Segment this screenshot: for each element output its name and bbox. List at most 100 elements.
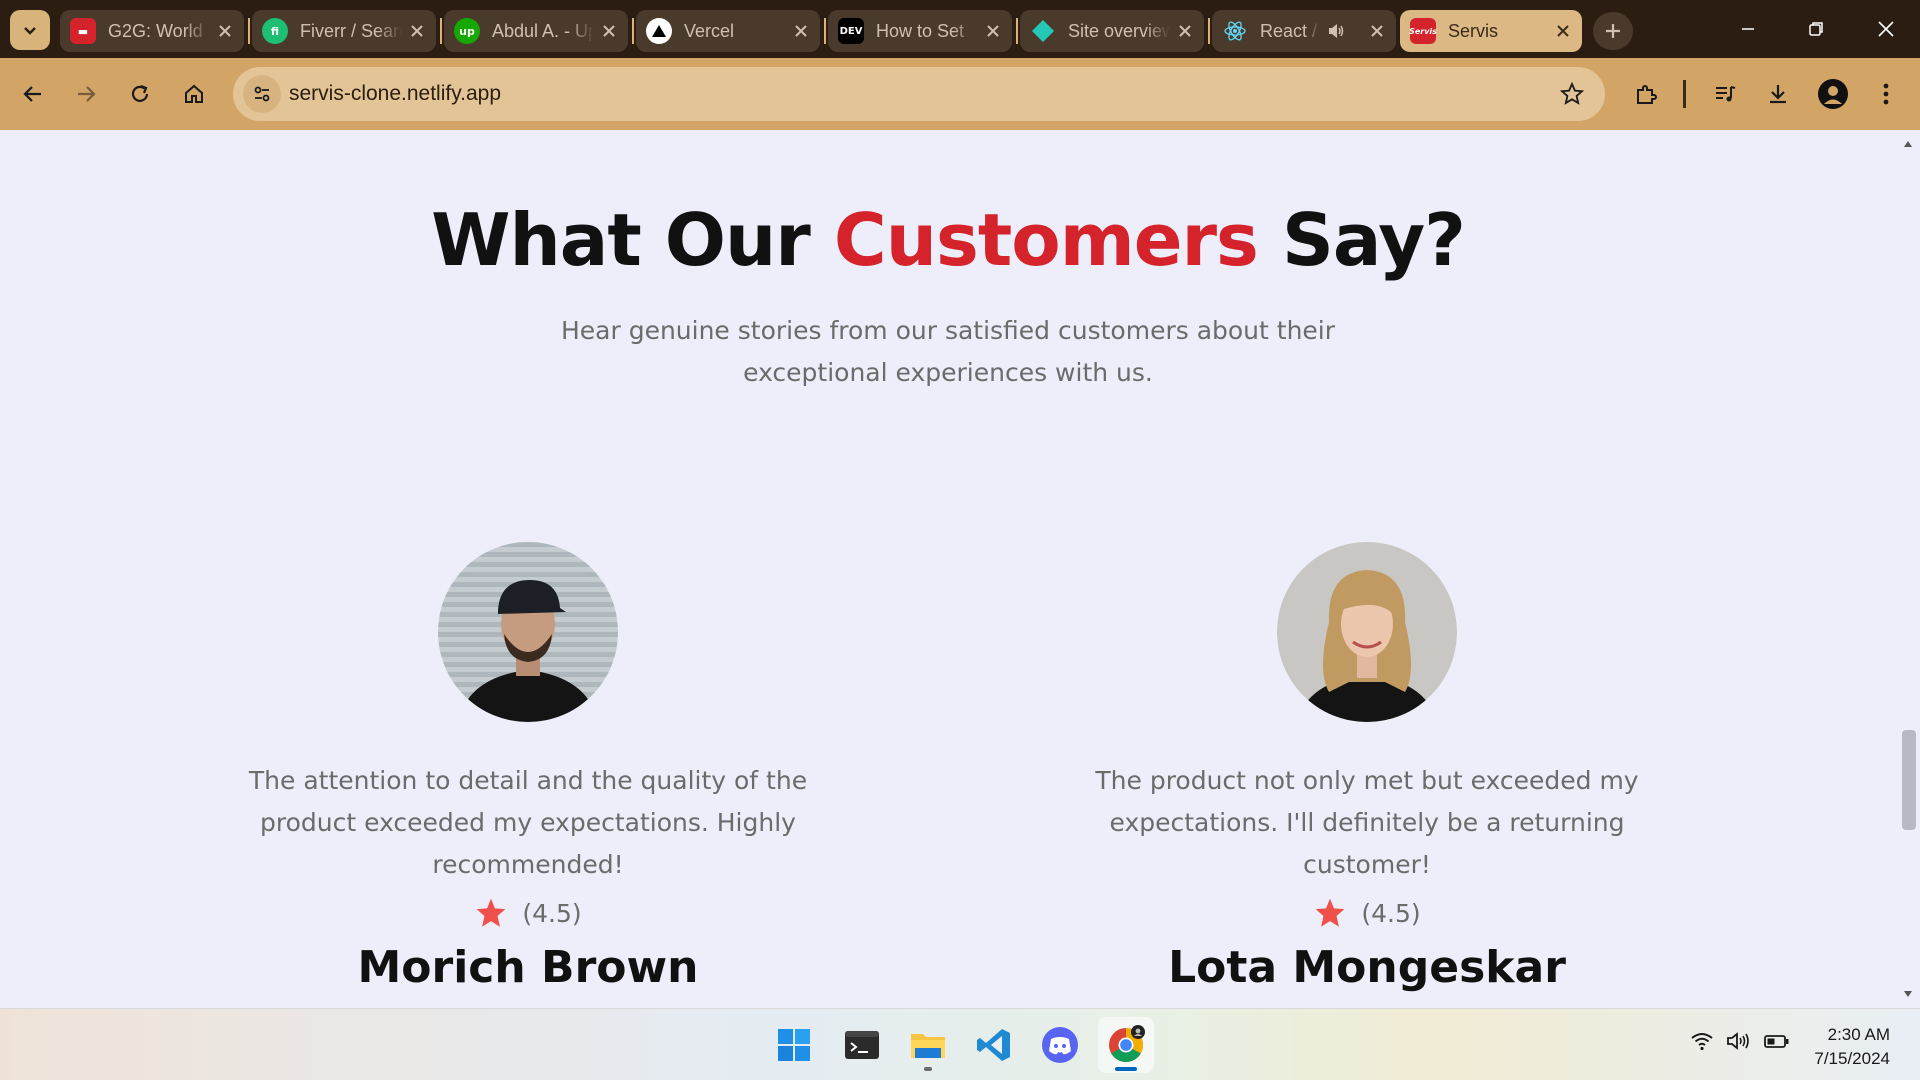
- minimize-icon: [1742, 28, 1754, 30]
- address-bar[interactable]: servis-clone.netlify.app: [233, 67, 1605, 121]
- upwork-icon: up: [454, 18, 480, 44]
- more-vertical-icon: [1883, 83, 1889, 105]
- close-icon[interactable]: [1554, 22, 1572, 40]
- wifi-icon[interactable]: [1690, 1031, 1714, 1055]
- tab-search-button[interactable]: [10, 10, 50, 50]
- tab-netlify[interactable]: Site overview: [1020, 10, 1204, 52]
- battery-icon[interactable]: [1764, 1031, 1790, 1055]
- scroll-up-button[interactable]: [1896, 134, 1920, 154]
- heading-accent: Customers: [833, 198, 1259, 282]
- bookmark-star-icon[interactable]: [1559, 81, 1585, 107]
- star-icon: [1315, 898, 1345, 927]
- close-icon[interactable]: [408, 22, 426, 40]
- page-viewport: What Our Customers Say? Hear genuine sto…: [0, 130, 1920, 1008]
- close-icon[interactable]: [600, 22, 618, 40]
- volume-icon[interactable]: [1726, 1031, 1752, 1055]
- star-icon: [476, 898, 506, 927]
- tab-divider: [1016, 18, 1018, 44]
- tab-title: How to Set: [876, 20, 965, 41]
- vscode-app[interactable]: [966, 1017, 1022, 1073]
- tab-fiverr[interactable]: fi Fiverr / Search: [252, 10, 436, 52]
- customer-name: Lota Mongeskar: [1168, 942, 1566, 993]
- home-button[interactable]: [174, 74, 214, 114]
- tab-divider: [440, 18, 442, 44]
- media-control-button[interactable]: [1705, 74, 1745, 114]
- tab-vercel[interactable]: Vercel: [636, 10, 820, 52]
- tab-g2g[interactable]: ▬ G2G: World: [60, 10, 244, 52]
- chrome-app[interactable]: [1098, 1017, 1154, 1073]
- playlist-music-icon: [1716, 86, 1736, 102]
- tab-dev[interactable]: DEV How to Set: [828, 10, 1012, 52]
- clock-date: 7/15/2024: [1814, 1049, 1890, 1068]
- menu-button[interactable]: [1866, 74, 1906, 114]
- triangle-down-icon: [1904, 991, 1912, 997]
- testimonial-quote: The product not only met but exceeded my…: [1095, 766, 1639, 879]
- scroll-thumb[interactable]: [1902, 730, 1916, 830]
- tab-title: G2G: World: [108, 20, 203, 41]
- close-icon[interactable]: [1176, 22, 1194, 40]
- section-subtitle: Hear genuine stories from our satisfied …: [560, 316, 1336, 387]
- dev-icon: DEV: [838, 18, 864, 44]
- home-icon: [185, 84, 203, 103]
- windows-start-icon: [778, 1029, 810, 1061]
- netlify-icon: [1030, 18, 1056, 44]
- terminal-app[interactable]: [834, 1017, 890, 1073]
- tab-react[interactable]: React /: [1212, 10, 1396, 52]
- scroll-down-button[interactable]: [1896, 984, 1920, 1004]
- tab-servis[interactable]: Servis Servis: [1400, 10, 1582, 52]
- extensions-button[interactable]: [1626, 74, 1666, 114]
- tab-upwork[interactable]: up Abdul A. - Upwork: [444, 10, 628, 52]
- speaker-icon[interactable]: [1326, 21, 1346, 41]
- clock-time: 2:30 AM: [1827, 1025, 1890, 1044]
- tab-title: Servis: [1448, 20, 1499, 41]
- system-clock[interactable]: 2:30 AM 7/15/2024: [1814, 1023, 1890, 1071]
- discord-icon: [1042, 1027, 1078, 1063]
- page-scrollbar[interactable]: [1896, 130, 1920, 1008]
- downloads-button[interactable]: [1758, 74, 1798, 114]
- close-icon[interactable]: [984, 22, 1002, 40]
- close-icon[interactable]: [216, 22, 234, 40]
- tab-strip: ▬ G2G: World fi Fiverr / Search up Abdul…: [0, 0, 1920, 58]
- vscode-icon: [977, 1029, 1010, 1061]
- arrow-right-icon: [78, 86, 96, 102]
- tune-icon: [254, 86, 270, 102]
- plus-icon: [1606, 24, 1620, 38]
- terminal-icon: [845, 1031, 879, 1059]
- close-icon[interactable]: [1368, 22, 1386, 40]
- new-tab-button[interactable]: [1593, 12, 1633, 50]
- customer-photo-man: [438, 542, 618, 722]
- tab-divider: [248, 18, 250, 44]
- tab-divider: [824, 18, 826, 44]
- profile-button[interactable]: [1813, 74, 1853, 114]
- tab-title: Abdul A. - Upwork: [492, 20, 594, 41]
- url-text: servis-clone.netlify.app: [289, 82, 502, 105]
- forward-button[interactable]: [66, 74, 106, 114]
- discord-app[interactable]: [1032, 1017, 1088, 1073]
- testimonial-card: The product not only met but exceeded my…: [1057, 542, 1677, 993]
- rating: (4.5): [1057, 896, 1677, 930]
- close-icon: [1878, 21, 1894, 37]
- active-indicator: [1115, 1067, 1137, 1071]
- browser-toolbar: servis-clone.netlify.app: [0, 58, 1920, 130]
- back-button[interactable]: [13, 74, 53, 114]
- start-button[interactable]: [766, 1017, 822, 1073]
- close-window-button[interactable]: [1858, 8, 1914, 50]
- close-icon[interactable]: [792, 22, 810, 40]
- file-explorer-app[interactable]: [900, 1017, 956, 1073]
- site-info-button[interactable]: [243, 75, 281, 113]
- testimonial-quote: The attention to detail and the quality …: [248, 766, 808, 879]
- rating-value: (4.5): [522, 898, 582, 928]
- minimize-button[interactable]: [1720, 8, 1776, 50]
- tab-divider: [632, 18, 634, 44]
- tab-title: Vercel: [684, 20, 735, 41]
- running-indicator: [924, 1067, 932, 1071]
- puzzle-icon: [1637, 85, 1657, 104]
- rating: (4.5): [218, 896, 838, 930]
- download-icon: [1770, 85, 1786, 104]
- customer-photo: [438, 542, 618, 722]
- tab-title: Fiverr / Search: [300, 20, 402, 41]
- restore-button[interactable]: [1788, 8, 1844, 50]
- reload-button[interactable]: [120, 74, 160, 114]
- toolbar-divider: [1683, 80, 1686, 108]
- taskbar: 2:30 AM 7/15/2024: [0, 1008, 1920, 1080]
